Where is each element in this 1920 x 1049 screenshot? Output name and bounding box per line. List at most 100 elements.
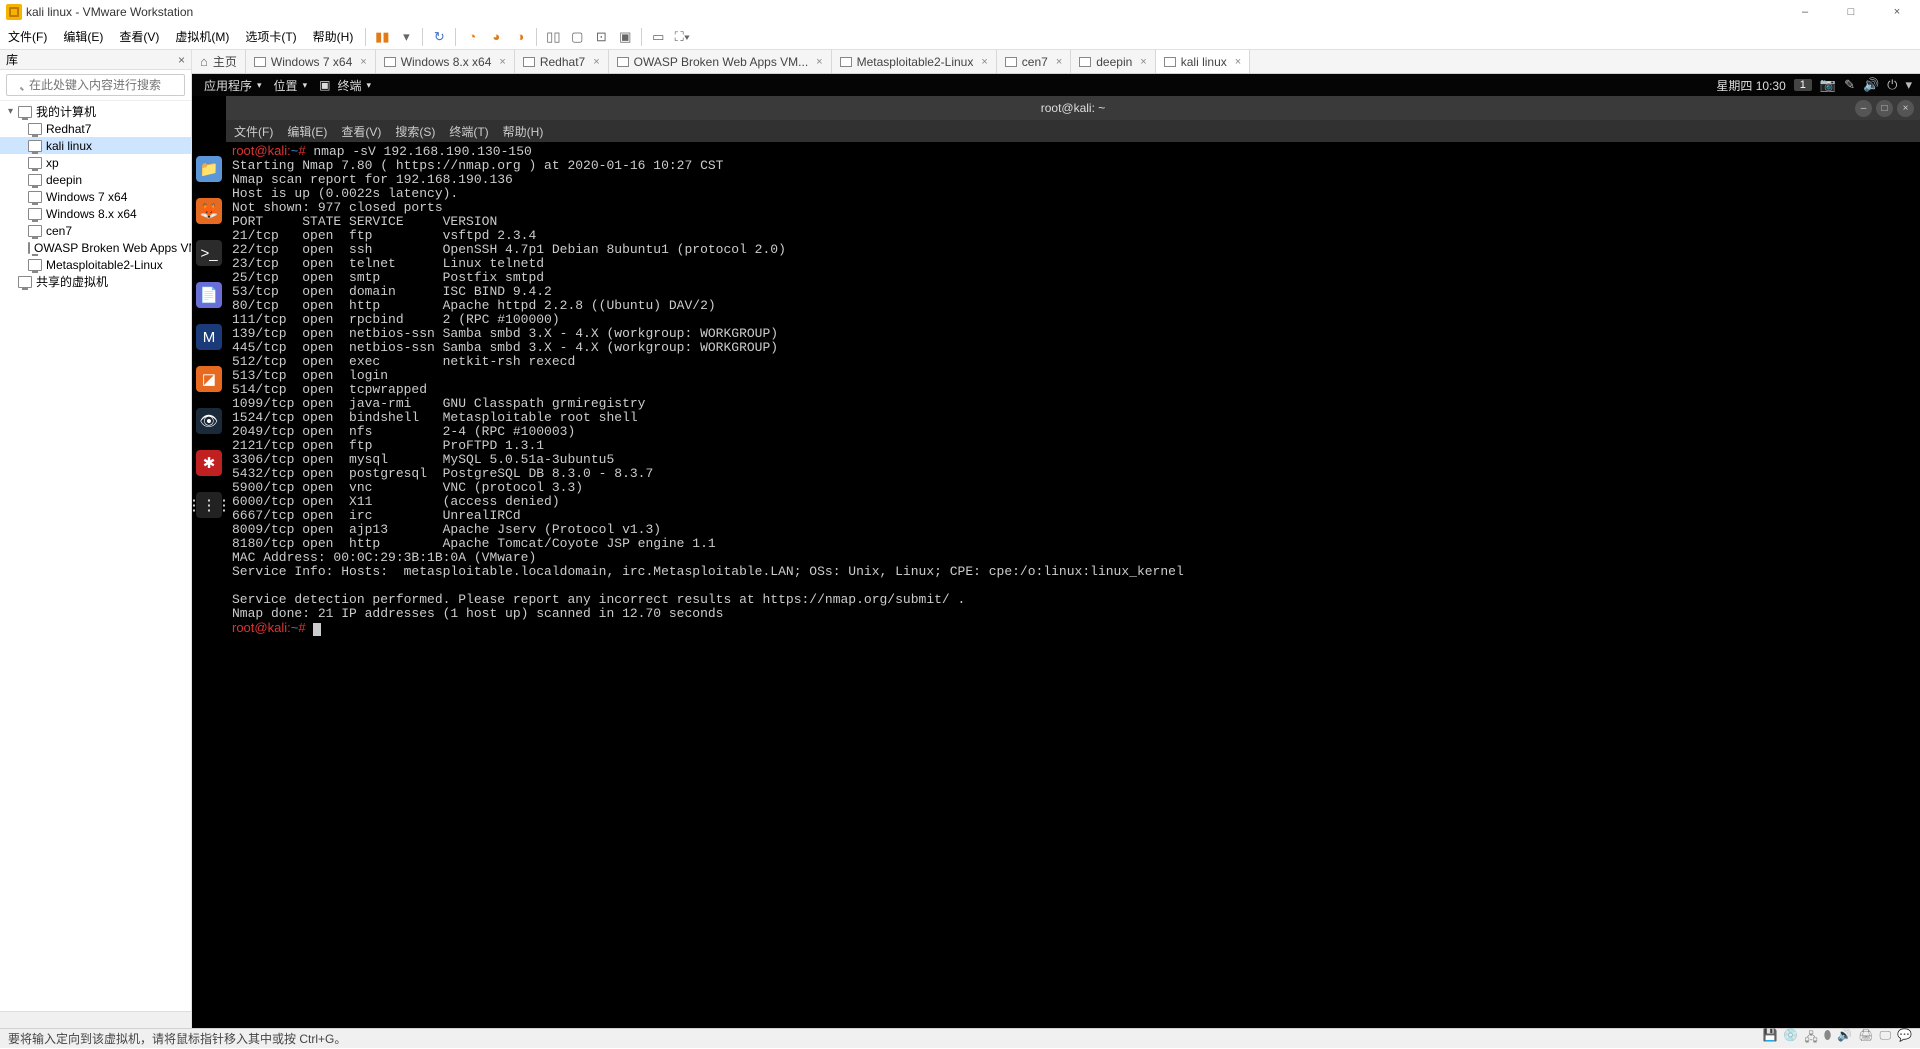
tab-close-icon[interactable]: × <box>816 56 822 68</box>
sidebar-scrollbar[interactable] <box>0 1011 191 1028</box>
files-icon[interactable]: 📁 <box>196 156 222 182</box>
tab-windows-7-x64[interactable]: Windows 7 x64× <box>246 50 376 73</box>
dock: 📁 🦊 >_ 📄 M ◪ 👁 ✱ ⋮⋮⋮ <box>192 96 226 1028</box>
maltego-icon[interactable]: ✱ <box>196 450 222 476</box>
term-close-icon[interactable]: × <box>1897 100 1914 117</box>
firefox-icon[interactable]: 🦊 <box>196 198 222 224</box>
snapshot-manager-icon[interactable]: ◕ <box>485 26 507 48</box>
view4-icon[interactable]: ▣ <box>614 26 636 48</box>
terminal-window[interactable]: root@kali: ~ – □ × 文件(F) 编辑(E) 查看(V) 搜索(S) 终… <box>226 96 1920 762</box>
tree-item[interactable]: kali linux <box>0 137 191 154</box>
tree-my-computer[interactable]: ▾我的计算机 <box>0 103 191 120</box>
workspace-indicator[interactable]: 1 <box>1794 79 1812 91</box>
tab-deepin[interactable]: deepin× <box>1071 50 1155 73</box>
device-printer-icon[interactable]: 🖨 <box>1858 1028 1873 1049</box>
tab-close-icon[interactable]: × <box>981 56 987 68</box>
sidebar-close-icon[interactable]: × <box>178 53 185 67</box>
window-title: kali linux - VMware Workstation <box>26 5 193 19</box>
tab-close-icon[interactable]: × <box>360 56 366 68</box>
vm-icon <box>840 57 852 67</box>
vm-icon <box>617 57 629 67</box>
fullscreen-icon[interactable]: ⛶▾ <box>671 26 693 48</box>
terminal-title: root@kali: ~ <box>1041 101 1106 115</box>
metasploit-icon[interactable]: M <box>196 324 222 350</box>
view1-icon[interactable]: ▯▯ <box>542 26 564 48</box>
term-minimize-icon[interactable]: – <box>1855 100 1872 117</box>
tree-item[interactable]: Metasploitable2-Linux <box>0 256 191 273</box>
tree-item[interactable]: xp <box>0 154 191 171</box>
library-search-input[interactable] <box>6 74 185 96</box>
tree-item[interactable]: cen7 <box>0 222 191 239</box>
tab-metasploitable2-linux[interactable]: Metasploitable2-Linux× <box>832 50 997 73</box>
tree-item[interactable]: Windows 8.x x64 <box>0 205 191 222</box>
gnome-topbar: 应用程序 位置 ▣终端 星期四 10:30 1 📷 ✎ 🔊 ⏻ ▾ <box>192 74 1920 96</box>
device-msg-icon[interactable]: 💬 <box>1897 1028 1912 1049</box>
menu-view[interactable]: 查看(V) <box>111 24 167 50</box>
guest-display[interactable]: 应用程序 位置 ▣终端 星期四 10:30 1 📷 ✎ 🔊 ⏻ ▾ 📁 🦊 >_ <box>192 74 1920 1028</box>
tab-close-icon[interactable]: × <box>1235 56 1241 68</box>
places-menu[interactable]: 位置 <box>270 77 312 94</box>
tab-close-icon[interactable]: × <box>499 56 505 68</box>
statusbar: 要将输入定向到该虚拟机，请将鼠标指针移入其中或按 Ctrl+G。 💾 💿 🖧 ⬮… <box>0 1028 1920 1048</box>
tab-cen7[interactable]: cen7× <box>997 50 1071 73</box>
pause-icon[interactable]: ▮▮ <box>371 26 393 48</box>
unity-icon[interactable]: ▭ <box>647 26 669 48</box>
term-menu-item[interactable]: 编辑(E) <box>287 123 327 140</box>
tab-close-icon[interactable]: × <box>593 56 599 68</box>
terminal-body[interactable]: root@kali:~# nmap -sV 192.168.190.130-15… <box>226 142 1920 762</box>
tab-close-icon[interactable]: × <box>1140 56 1146 68</box>
tab-redhat7[interactable]: Redhat7× <box>515 50 609 73</box>
library-sidebar: 库 × ▾我的计算机 Redhat7 kali linux xp deepin … <box>0 50 192 1028</box>
chevron-down-icon[interactable]: ▾ <box>1905 77 1912 93</box>
term-menu-item[interactable]: 查看(V) <box>341 123 381 140</box>
device-usb-icon[interactable]: ⬮ <box>1824 1028 1832 1049</box>
menu-edit[interactable]: 编辑(E) <box>55 24 111 50</box>
volume-icon[interactable]: 🔊 <box>1863 77 1879 93</box>
snapshot-icon[interactable]: ◔ <box>461 26 483 48</box>
device-sound-icon[interactable]: 🔊 <box>1837 1028 1852 1049</box>
show-apps-icon[interactable]: ⋮⋮⋮ <box>196 492 222 518</box>
send-ctrl-alt-del-icon[interactable]: ↻ <box>428 26 450 48</box>
term-menu-item[interactable]: 文件(F) <box>234 123 273 140</box>
menu-vm[interactable]: 虚拟机(M) <box>167 24 237 50</box>
term-maximize-icon[interactable]: □ <box>1876 100 1893 117</box>
view3-icon[interactable]: ⊡ <box>590 26 612 48</box>
maximize-button[interactable]: □ <box>1828 0 1874 24</box>
camera-icon[interactable]: 📷 <box>1820 77 1836 93</box>
menu-file[interactable]: 文件(F) <box>0 24 55 50</box>
minimize-button[interactable]: – <box>1782 0 1828 24</box>
terminal-menu-item[interactable]: ▣终端 <box>315 77 375 94</box>
menu-help[interactable]: 帮助(H) <box>305 24 362 50</box>
tree-item[interactable]: Redhat7 <box>0 120 191 137</box>
library-tree: ▾我的计算机 Redhat7 kali linux xp deepin Wind… <box>0 101 191 1011</box>
device-net-icon[interactable]: 🖧 <box>1804 1028 1817 1049</box>
device-disk-icon[interactable]: 💾 <box>1762 1028 1777 1049</box>
tab-owasp-broken-web-apps-vm...[interactable]: OWASP Broken Web Apps VM...× <box>609 50 832 73</box>
term-menu-item[interactable]: 搜索(S) <box>395 123 435 140</box>
device-display-icon[interactable]: 🖵 <box>1879 1028 1891 1049</box>
wireshark-icon[interactable]: 👁 <box>196 408 222 434</box>
close-button[interactable]: × <box>1874 0 1920 24</box>
tab-kali-linux[interactable]: kali linux× <box>1156 50 1250 73</box>
tree-item[interactable]: Windows 7 x64 <box>0 188 191 205</box>
tree-item[interactable]: OWASP Broken Web Apps VM <box>0 239 191 256</box>
tree-shared-vms[interactable]: 共享的虚拟机 <box>0 273 191 290</box>
tab-windows-8.x-x64[interactable]: Windows 8.x x64× <box>376 50 515 73</box>
applications-menu[interactable]: 应用程序 <box>200 77 266 94</box>
tree-item[interactable]: deepin <box>0 171 191 188</box>
term-menu-item[interactable]: 终端(T) <box>449 123 488 140</box>
dropdown-icon[interactable]: ▾ <box>395 26 417 48</box>
power-icon[interactable]: ⏻ <box>1887 77 1897 93</box>
tab-主页[interactable]: ⌂主页 <box>192 50 246 73</box>
term-menu-item[interactable]: 帮助(H) <box>503 123 544 140</box>
tab-close-icon[interactable]: × <box>1056 56 1062 68</box>
revert-icon[interactable]: ◑ <box>509 26 531 48</box>
menu-tabs[interactable]: 选项卡(T) <box>237 24 304 50</box>
customize-icon[interactable]: ✎ <box>1844 77 1855 93</box>
clock[interactable]: 星期四 10:30 <box>1716 77 1785 94</box>
terminal-dock-icon[interactable]: >_ <box>196 240 222 266</box>
texteditor-icon[interactable]: 📄 <box>196 282 222 308</box>
device-cd-icon[interactable]: 💿 <box>1783 1028 1798 1049</box>
view2-icon[interactable]: ▢ <box>566 26 588 48</box>
burp-icon[interactable]: ◪ <box>196 366 222 392</box>
